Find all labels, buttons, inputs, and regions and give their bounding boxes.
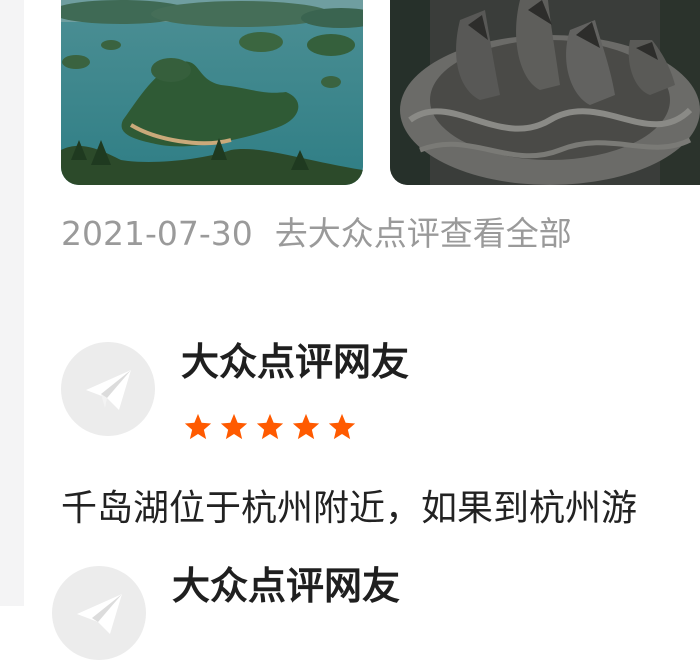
lake-islands-photo [61, 0, 363, 185]
review-photo-lake[interactable] [61, 0, 363, 185]
stone-sculpture-photo [390, 0, 700, 185]
paper-plane-icon [77, 594, 122, 634]
star-icon [184, 413, 212, 440]
review-date: 2021-07-30 [61, 214, 253, 253]
reviewer-name: 大众点评网友 [181, 340, 410, 384]
star-rating [183, 412, 363, 446]
star-icon [220, 413, 248, 440]
avatar[interactable] [61, 342, 155, 436]
review-text[interactable]: 千岛湖位于杭州附近，如果到杭州游 [61, 485, 637, 533]
review-photo-sculpture[interactable] [390, 0, 700, 185]
view-all-link[interactable]: 去大众点评查看全部 [275, 214, 572, 253]
avatar[interactable] [52, 566, 146, 660]
reviewer-name: 大众点评网友 [172, 564, 401, 608]
side-panel-strip [0, 0, 24, 606]
paper-plane-icon [86, 370, 131, 410]
review-meta-line: 2021-07-30 去大众点评查看全部 [61, 212, 572, 256]
star-icon [292, 413, 320, 440]
star-icon [256, 413, 284, 440]
star-icon [328, 413, 356, 440]
